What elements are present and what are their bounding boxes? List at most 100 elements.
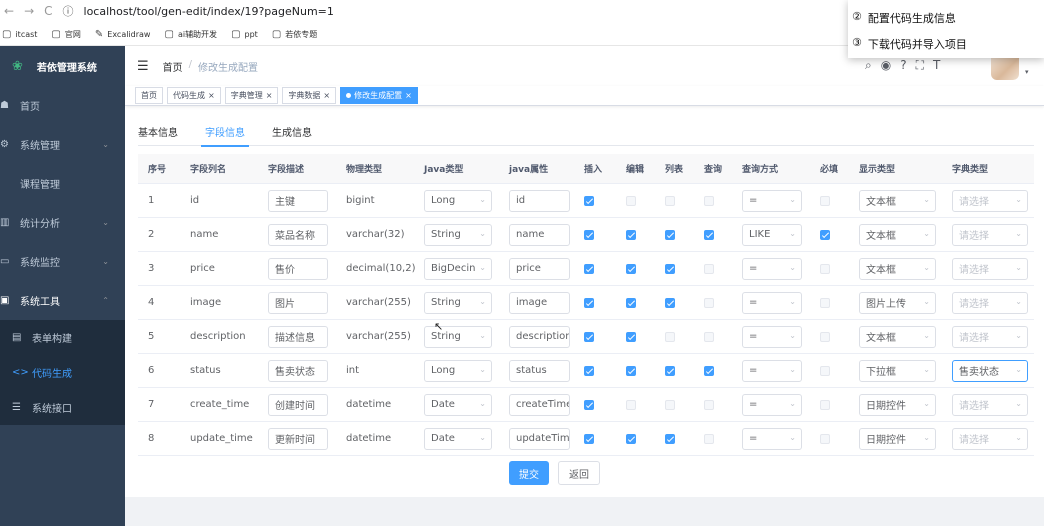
- display-type-select[interactable]: 文本框 ⌄: [859, 257, 936, 280]
- close-icon[interactable]: ×: [405, 91, 412, 100]
- query-mode-select[interactable]: = ⌄: [742, 393, 802, 416]
- dict-type-select[interactable]: 请选择 ⌄: [952, 291, 1028, 314]
- list-checkbox[interactable]: [665, 297, 675, 308]
- display-type-select[interactable]: 文本框 ⌄: [859, 223, 936, 246]
- java-property-input[interactable]: id: [509, 189, 570, 212]
- tab-0[interactable]: 基本信息: [138, 124, 178, 146]
- java-property-input[interactable]: name: [509, 223, 570, 246]
- edit-checkbox[interactable]: [626, 365, 636, 376]
- query-checkbox[interactable]: [704, 399, 714, 410]
- query-checkbox[interactable]: [704, 331, 714, 342]
- tab-2[interactable]: 生成信息: [272, 124, 312, 146]
- sidebar-item[interactable]: ▭ 系统监控 ⌄: [0, 242, 125, 281]
- desc-input[interactable]: 创建时间: [268, 393, 328, 416]
- bookmark-item[interactable]: ▢ 官网: [51, 29, 80, 40]
- edit-checkbox[interactable]: [626, 195, 636, 206]
- list-checkbox[interactable]: [665, 399, 675, 410]
- java-type-select[interactable]: String ⌄: [424, 223, 492, 246]
- breadcrumb-home[interactable]: 首页: [163, 59, 183, 74]
- tag-item[interactable]: 代码生成 ×: [167, 87, 221, 104]
- desc-input[interactable]: 更新时间: [268, 427, 328, 450]
- brand[interactable]: ❀ 若依管理系统: [0, 46, 125, 86]
- bookmark-item[interactable]: ▢ 若依专题: [272, 29, 317, 40]
- desc-input[interactable]: 图片: [268, 291, 328, 314]
- query-mode-select[interactable]: LIKE ⌄: [742, 223, 802, 246]
- required-checkbox[interactable]: [820, 229, 830, 240]
- bookmark-item[interactable]: ✎ Excalidraw: [95, 29, 151, 40]
- query-checkbox[interactable]: [704, 365, 714, 376]
- list-checkbox[interactable]: [665, 365, 675, 376]
- tag-item[interactable]: 首页: [135, 87, 163, 104]
- display-type-select[interactable]: 文本框 ⌄: [859, 325, 936, 348]
- java-property-input[interactable]: image: [509, 291, 570, 314]
- back-icon[interactable]: ←: [4, 4, 14, 18]
- display-type-select[interactable]: 图片上传 ⌄: [859, 291, 936, 314]
- desc-input[interactable]: 描述信息: [268, 325, 328, 348]
- display-type-select[interactable]: 日期控件 ⌄: [859, 393, 936, 416]
- edit-checkbox[interactable]: [626, 399, 636, 410]
- display-type-select[interactable]: 文本框 ⌄: [859, 189, 936, 212]
- query-mode-select[interactable]: = ⌄: [742, 291, 802, 314]
- required-checkbox[interactable]: [820, 365, 830, 376]
- insert-checkbox[interactable]: [584, 263, 594, 274]
- query-mode-select[interactable]: = ⌄: [742, 427, 802, 450]
- dict-type-select[interactable]: 请选择 ⌄: [952, 427, 1028, 450]
- java-type-select[interactable]: Date ⌄: [424, 393, 492, 416]
- sidebar-item[interactable]: ⚙ 系统管理 ⌄: [0, 125, 125, 164]
- insert-checkbox[interactable]: [584, 195, 594, 206]
- required-checkbox[interactable]: [820, 433, 830, 444]
- dict-type-select[interactable]: 请选择 ⌄: [952, 223, 1028, 246]
- desc-input[interactable]: 主键: [268, 189, 328, 212]
- query-mode-select[interactable]: = ⌄: [742, 325, 802, 348]
- query-checkbox[interactable]: [704, 195, 714, 206]
- edit-checkbox[interactable]: [626, 433, 636, 444]
- query-checkbox[interactable]: [704, 297, 714, 308]
- query-mode-select[interactable]: = ⌄: [742, 359, 802, 382]
- java-property-input[interactable]: price: [509, 257, 570, 280]
- query-checkbox[interactable]: [704, 433, 714, 444]
- desc-input[interactable]: 菜品名称: [268, 223, 328, 246]
- required-checkbox[interactable]: [820, 195, 830, 206]
- insert-checkbox[interactable]: [584, 297, 594, 308]
- display-type-select[interactable]: 下拉框 ⌄: [859, 359, 936, 382]
- java-property-input[interactable]: description: [509, 325, 570, 348]
- desc-input[interactable]: 售价: [268, 257, 328, 280]
- sidebar-item[interactable]: 课程管理: [0, 164, 125, 203]
- list-checkbox[interactable]: [665, 229, 675, 240]
- java-type-select[interactable]: Date ⌄: [424, 427, 492, 450]
- required-checkbox[interactable]: [820, 399, 830, 410]
- java-property-input[interactable]: createTime: [509, 393, 570, 416]
- java-type-select[interactable]: Long ⌄: [424, 189, 492, 212]
- edit-checkbox[interactable]: [626, 297, 636, 308]
- forward-icon[interactable]: →: [24, 4, 34, 18]
- display-type-select[interactable]: 日期控件 ⌄: [859, 427, 936, 450]
- dict-type-select[interactable]: 请选择 ⌄: [952, 189, 1028, 212]
- sidebar-item[interactable]: ☰ 系统接口: [0, 390, 125, 425]
- edit-checkbox[interactable]: [626, 331, 636, 342]
- list-checkbox[interactable]: [665, 195, 675, 206]
- edit-checkbox[interactable]: [626, 229, 636, 240]
- close-icon[interactable]: ×: [323, 91, 330, 100]
- java-type-select[interactable]: Long ⌄: [424, 359, 492, 382]
- insert-checkbox[interactable]: [584, 331, 594, 342]
- close-icon[interactable]: ×: [266, 91, 273, 100]
- sidebar-item[interactable]: ▣ 系统工具 ⌃: [0, 281, 125, 320]
- query-mode-select[interactable]: = ⌄: [742, 257, 802, 280]
- submit-button[interactable]: 提交: [509, 461, 549, 485]
- close-icon[interactable]: ×: [208, 91, 215, 100]
- bookmark-item[interactable]: ▢ itcast: [2, 29, 37, 40]
- dict-type-select[interactable]: 请选择 ⌄: [952, 393, 1028, 416]
- hamburger-icon[interactable]: ☰: [137, 59, 149, 74]
- reload-icon[interactable]: C: [44, 4, 52, 18]
- dict-type-select[interactable]: 请选择 ⌄: [952, 325, 1028, 348]
- dict-type-select[interactable]: 售卖状态 ⌄: [952, 359, 1028, 382]
- insert-checkbox[interactable]: [584, 365, 594, 376]
- bookmark-item[interactable]: ▢ ppt: [231, 29, 258, 40]
- insert-checkbox[interactable]: [584, 433, 594, 444]
- sidebar-item[interactable]: ▥ 统计分析 ⌄: [0, 203, 125, 242]
- dict-type-select[interactable]: 请选择 ⌄: [952, 257, 1028, 280]
- back-button[interactable]: 返回: [558, 461, 600, 485]
- query-checkbox[interactable]: [704, 229, 714, 240]
- url-text[interactable]: localhost/tool/gen-edit/index/19?pageNum…: [84, 5, 334, 18]
- list-checkbox[interactable]: [665, 263, 675, 274]
